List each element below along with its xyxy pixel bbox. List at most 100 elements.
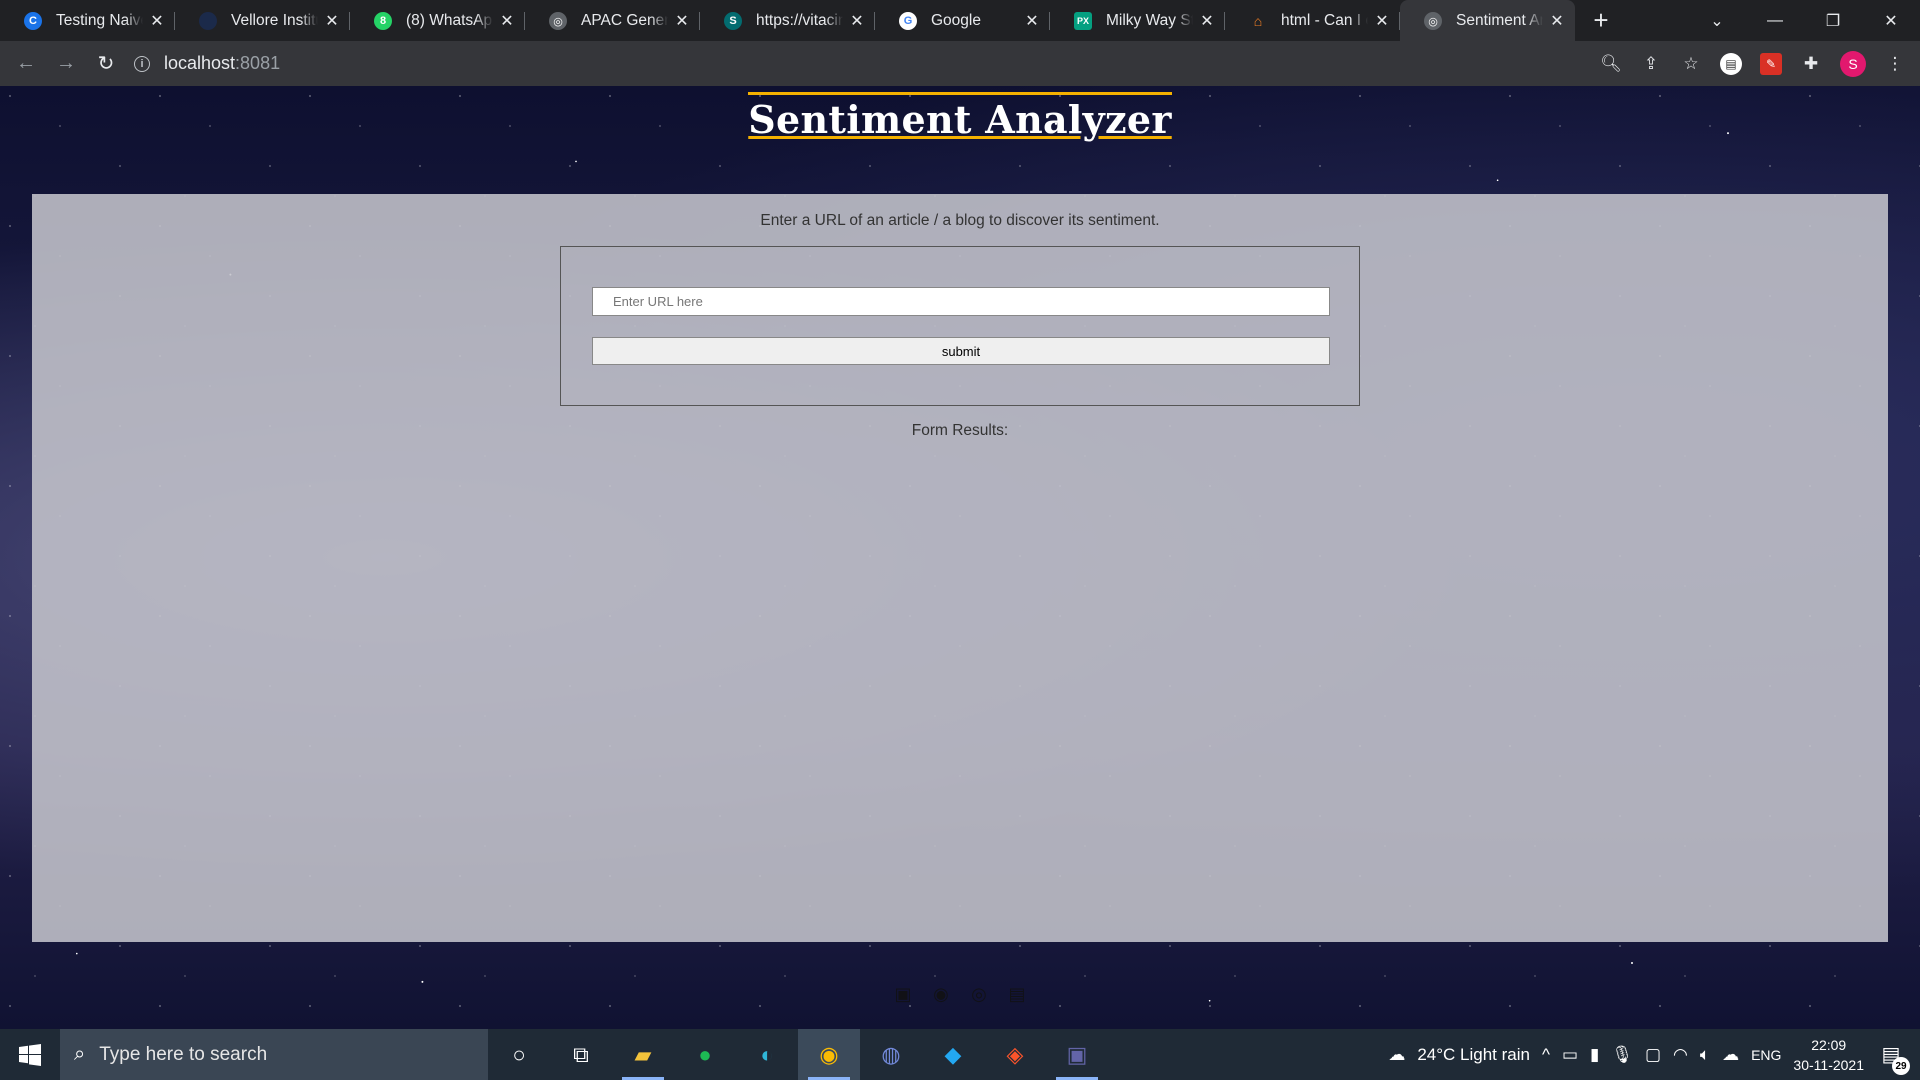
edge-icon[interactable]: ◐ (736, 1029, 798, 1080)
close-icon[interactable]: ✕ (1374, 13, 1390, 30)
tab-milky-way[interactable]: PX Milky Way Sta ✕ (1050, 0, 1225, 41)
pinterest-icon[interactable]: ◉ (929, 982, 953, 1006)
task-view-icon[interactable]: ⧉ (550, 1029, 612, 1080)
page-viewport: Sentiment Analyzer Enter a URL of an art… (0, 86, 1920, 1029)
browser-tab-strip: C Testing Naive ✕ Vellore Institut ✕ 8 (… (0, 0, 1920, 41)
stackoverflow-icon: ⌂ (1253, 13, 1263, 29)
tray-app-icon[interactable]: ▭ (1562, 1045, 1578, 1065)
clock-date: 30-11-2021 (1793, 1056, 1864, 1073)
tab-search-icon[interactable]: ⌄ (1688, 11, 1746, 31)
toolbar-actions: 🔍︎ ⇪ ☆ ▤ ✎ ✚ S ⋮ (1600, 41, 1906, 86)
reload-button[interactable]: ↻ (86, 44, 126, 84)
close-icon[interactable]: ✕ (149, 13, 165, 30)
weather-text[interactable]: 24°C Light rain (1417, 1045, 1530, 1065)
social-links: ▣ ◉ ◎ ▤ (0, 982, 1920, 1006)
new-tab-button[interactable]: + (1583, 2, 1619, 38)
window-controls: ⌄ — ❐ ✕ (1688, 0, 1920, 41)
address-bar[interactable]: i localhost:8081 (134, 46, 280, 82)
taskbar-search[interactable]: ⌕ Type here to search (60, 1029, 488, 1080)
discord-icon[interactable]: ◍ (860, 1029, 922, 1080)
restore-button[interactable]: ❐ (1804, 11, 1862, 31)
teams-icon[interactable]: ▣ (1046, 1029, 1108, 1080)
spotify-icon[interactable]: ● (674, 1029, 736, 1080)
tab-apac[interactable]: ◎ APAC Generat ✕ (525, 0, 700, 41)
whatsapp-icon: 8 (374, 12, 392, 30)
tab-title: Testing Naive (56, 11, 143, 29)
tab-stackoverflow[interactable]: ⌂ html - Can I cl ✕ (1225, 0, 1400, 41)
start-button[interactable] (0, 1029, 60, 1080)
url-form: submit (560, 246, 1360, 406)
tab-google[interactable]: G Google ✕ (875, 0, 1050, 41)
chrome-icon[interactable]: ◉ (798, 1029, 860, 1080)
system-tray: ☁ 24°C Light rain ^ ▭ ▮ 🎙︎ ▢ ◠ 🔈︎ ☁ ENG … (1388, 1029, 1920, 1080)
close-icon[interactable]: ✕ (849, 13, 865, 30)
close-icon[interactable]: ✕ (1024, 13, 1040, 30)
chevron-up-icon[interactable]: ^ (1542, 1045, 1550, 1065)
notification-count: 29 (1892, 1057, 1910, 1075)
close-icon[interactable]: ✕ (499, 13, 515, 30)
battery-icon[interactable]: ▮ (1590, 1045, 1599, 1065)
close-icon[interactable]: ✕ (1549, 13, 1565, 30)
tab-title: Vellore Institut (231, 11, 318, 29)
bookmark-star-icon[interactable]: ☆ (1680, 53, 1702, 75)
site-info-icon[interactable]: i (134, 55, 150, 72)
cortana-icon[interactable]: ○ (488, 1029, 550, 1080)
vscode-icon[interactable]: ◆ (922, 1029, 984, 1080)
tab-sentiment-analyzer[interactable]: ◎ Sentiment An ✕ (1400, 0, 1575, 41)
tab-title: APAC Generat (581, 11, 668, 29)
close-icon[interactable]: ✕ (324, 13, 340, 30)
menu-icon[interactable]: ⋮ (1884, 53, 1906, 75)
search-placeholder: Type here to search (99, 1043, 268, 1065)
extensions-puzzle-icon[interactable]: ✚ (1800, 53, 1822, 75)
notifications-icon[interactable]: ▤ 29 (1876, 1042, 1910, 1075)
close-icon[interactable]: ✕ (674, 13, 690, 30)
clock[interactable]: 22:09 30-11-2021 (1793, 1035, 1864, 1075)
forward-button[interactable]: → (46, 44, 86, 84)
sharepoint-icon: S (724, 12, 742, 30)
tab-title: Milky Way Sta (1106, 11, 1193, 29)
tab-title: (8) WhatsApp (406, 11, 493, 29)
analyzer-card: Enter a URL of an article / a blog to di… (32, 194, 1888, 942)
language-indicator[interactable]: ENG (1751, 1047, 1781, 1063)
close-window-button[interactable]: ✕ (1862, 11, 1920, 31)
pexels-icon: PX (1074, 12, 1092, 30)
tab-vellore[interactable]: Vellore Institut ✕ (175, 0, 350, 41)
tab-vitacin[interactable]: S https://vitacin ✕ (700, 0, 875, 41)
facebook-icon[interactable]: ▤ (1005, 982, 1029, 1006)
tab-title: Sentiment An (1456, 11, 1543, 29)
tab-title: Google (931, 11, 981, 29)
submit-button[interactable]: submit (592, 337, 1330, 365)
browser-toolbar: ← → ↻ i localhost:8081 🔍︎ ⇪ ☆ ▤ ✎ ✚ S ⋮ (0, 41, 1920, 86)
page-title: Sentiment Analyzer (748, 92, 1172, 142)
url-host: localhost (164, 53, 236, 73)
zoom-icon[interactable]: 🔍︎ (1600, 53, 1622, 75)
windows-taskbar: ⌕ Type here to search ○ ⧉ ▰ ● ◐ ◉ ◍ ◆ ◈ … (0, 1029, 1920, 1080)
share-icon[interactable]: ⇪ (1640, 53, 1662, 75)
weather-icon[interactable]: ☁ (1388, 1045, 1405, 1065)
onedrive-icon[interactable]: ☁ (1722, 1045, 1739, 1065)
display-icon[interactable]: ▢ (1645, 1045, 1661, 1065)
header: Sentiment Analyzer (0, 92, 1920, 142)
file-explorer-icon[interactable]: ▰ (612, 1029, 674, 1080)
wifi-icon[interactable]: ◠ (1673, 1045, 1688, 1065)
extension-red-icon[interactable]: ✎ (1760, 52, 1782, 75)
tab-testing-naive[interactable]: C Testing Naive ✕ (0, 0, 175, 41)
form-results-label: Form Results: (911, 422, 1009, 439)
url-input[interactable] (592, 287, 1330, 316)
linkedin-icon[interactable]: ▣ (891, 982, 915, 1006)
volume-icon[interactable]: 🔈︎ (1700, 1045, 1710, 1065)
extension-icon[interactable]: ▤ (1720, 52, 1742, 75)
tab-title: html - Can I cl (1281, 11, 1368, 29)
profile-avatar[interactable]: S (1840, 50, 1866, 77)
tab-whatsapp[interactable]: 8 (8) WhatsApp ✕ (350, 0, 525, 41)
globe-icon: ◎ (549, 12, 567, 30)
microphone-icon[interactable]: 🎙︎ (1611, 1045, 1633, 1065)
close-icon[interactable]: ✕ (1199, 13, 1215, 30)
search-icon: ⌕ (74, 1043, 86, 1065)
clock-time: 22:09 (1811, 1036, 1847, 1053)
brave-icon[interactable]: ◈ (984, 1029, 1046, 1080)
tab-favicon-icon (199, 12, 217, 30)
minimize-button[interactable]: — (1746, 12, 1804, 30)
back-button[interactable]: ← (6, 44, 46, 84)
instagram-icon[interactable]: ◎ (967, 982, 991, 1006)
